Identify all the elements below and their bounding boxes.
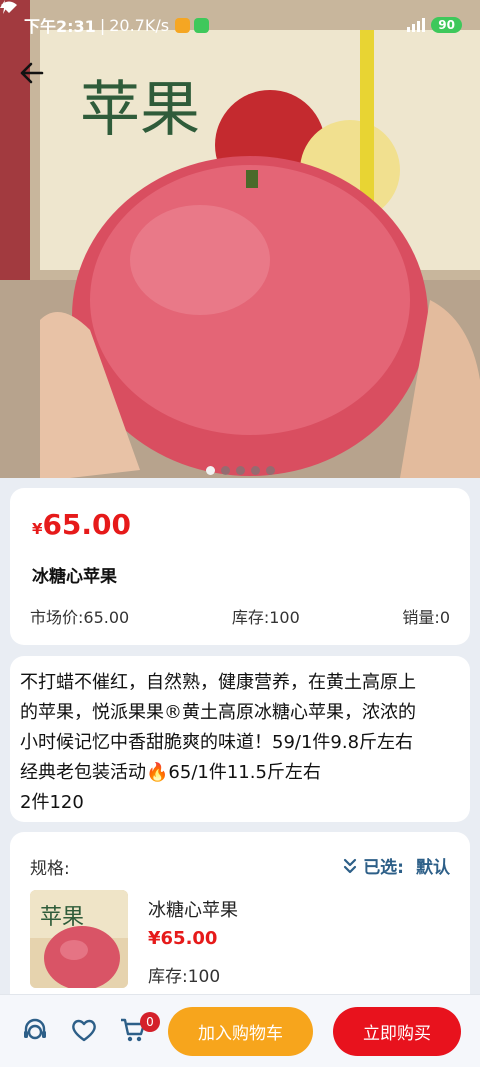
message-notification-icon bbox=[175, 17, 191, 33]
favorite-button[interactable] bbox=[67, 1013, 101, 1047]
description-line: 的苹果，悦派果果®黄土高原冰糖心苹果，浓浓的 bbox=[20, 702, 416, 723]
status-bar: 下午2:31 | 20.7K/s 90 bbox=[0, 0, 480, 50]
cart-count-badge: 0 bbox=[140, 1012, 160, 1032]
description-line: 不打蜡不催红，自然熟，健康营养，在黄土高原上 bbox=[20, 672, 416, 693]
currency-symbol: ¥ bbox=[32, 520, 43, 538]
gallery-dot[interactable] bbox=[235, 466, 245, 475]
spec-item-stock: 库存:100 bbox=[148, 967, 221, 987]
add-to-cart-button[interactable]: 加入购物车 bbox=[168, 1007, 313, 1056]
product-image-gallery[interactable]: 苹果 下午2:31 | 20.7K/s 90 bbox=[0, 0, 480, 478]
description-line: 经典老包装活动🔥65/1件11.5斤左右 bbox=[20, 762, 321, 783]
spec-item-price: ¥65.00 bbox=[148, 928, 218, 949]
signal-icon bbox=[407, 18, 426, 32]
stock-count: 库存:100 bbox=[231, 608, 300, 627]
market-price: 市场价:65.00 bbox=[30, 608, 130, 627]
customer-service-button[interactable] bbox=[18, 1013, 52, 1047]
back-button[interactable] bbox=[20, 62, 52, 94]
spec-thumbnail-image: 苹果 bbox=[30, 890, 128, 988]
price-card: ¥65.00 冰糖心苹果 市场价:65.00 库存:100 销量:0 bbox=[10, 488, 470, 645]
spec-selected-label: 已选: bbox=[363, 858, 404, 878]
status-separator: | bbox=[99, 15, 106, 35]
description-line: 小时候记忆中香甜脆爽的味道！59/1件9.8斤左右 bbox=[20, 732, 414, 753]
battery-icon: 90 bbox=[431, 17, 462, 33]
charging-icon bbox=[0, 0, 8, 14]
buy-now-button[interactable]: 立即购买 bbox=[333, 1007, 461, 1056]
spec-selected-value: 默认 bbox=[416, 858, 450, 878]
heart-icon bbox=[72, 1019, 96, 1042]
back-arrow-icon bbox=[20, 62, 44, 84]
product-description: 不打蜡不催红，自然熟，健康营养，在黄土高原上 的苹果，悦派果果®黄土高原冰糖心苹… bbox=[20, 668, 460, 818]
product-price: ¥65.00 bbox=[32, 508, 131, 541]
description-card: 不打蜡不催红，自然熟，健康营养，在黄土高原上 的苹果，悦派果果®黄土高原冰糖心苹… bbox=[10, 656, 470, 822]
description-line: 2件120 bbox=[20, 792, 84, 813]
status-time: 下午2:31 bbox=[24, 17, 96, 36]
spec-item-name: 冰糖心苹果 bbox=[148, 900, 238, 921]
gallery-dot[interactable] bbox=[265, 466, 275, 475]
svg-text:苹果: 苹果 bbox=[80, 75, 200, 145]
price-value: 65.00 bbox=[42, 508, 132, 541]
spec-selector[interactable]: 已选: 默认 bbox=[343, 853, 450, 878]
product-photo: 苹果 bbox=[0, 0, 480, 478]
double-chevron-down-icon bbox=[344, 858, 357, 873]
product-name: 冰糖心苹果 bbox=[32, 567, 117, 587]
gallery-pagination bbox=[0, 466, 480, 475]
status-net-speed: 20.7K/s bbox=[109, 15, 170, 35]
gallery-dot[interactable] bbox=[250, 466, 260, 475]
gallery-dot[interactable] bbox=[205, 466, 215, 475]
bottom-action-bar: 0 加入购物车 立即购买 bbox=[0, 994, 480, 1067]
headset-icon bbox=[24, 1018, 46, 1040]
spec-thumbnail: 苹果 bbox=[30, 890, 128, 988]
sales-count: 销量:0 bbox=[402, 608, 450, 627]
spec-label: 规格: bbox=[30, 859, 70, 879]
app-notification-icon bbox=[194, 17, 210, 33]
product-stats: 市场价:65.00 库存:100 销量:0 bbox=[30, 604, 450, 628]
gallery-dot[interactable] bbox=[220, 466, 230, 475]
